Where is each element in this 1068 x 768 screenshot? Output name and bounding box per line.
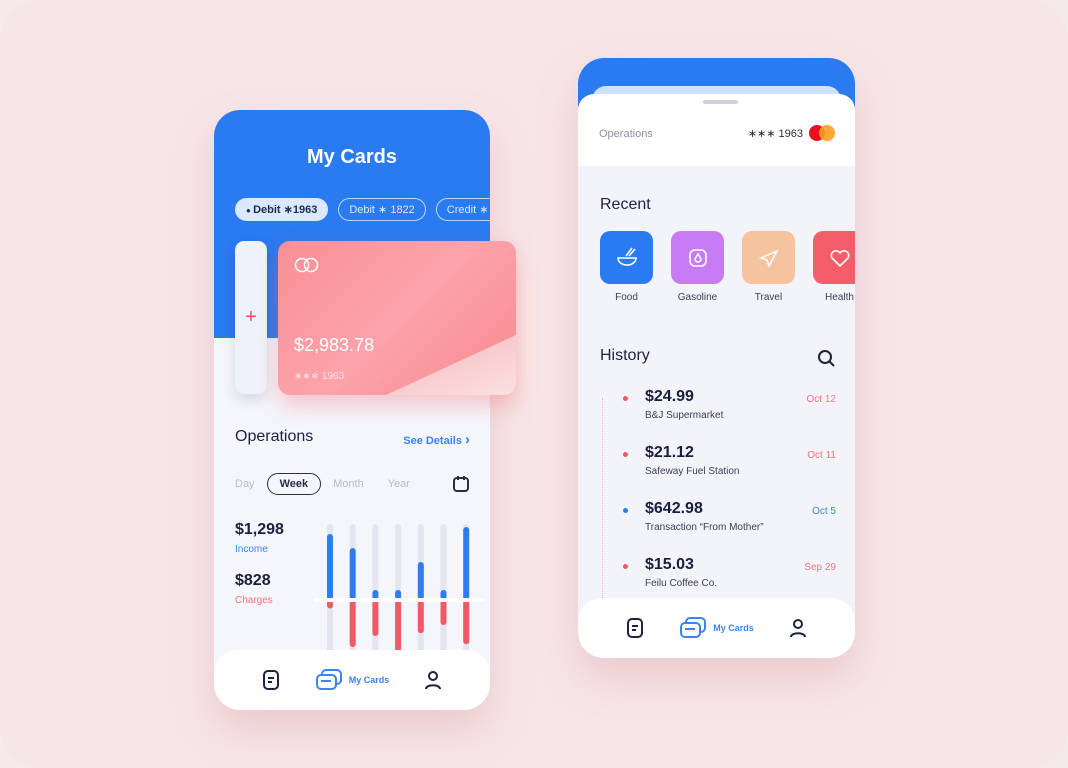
merchant: Feilu Coffee Co. xyxy=(645,578,718,589)
nav-my-cards-label: My Cards xyxy=(348,675,390,685)
recent-title: Recent xyxy=(600,196,651,213)
search-icon[interactable] xyxy=(817,349,835,367)
add-card-button[interactable]: + xyxy=(235,241,267,394)
see-details-link[interactable]: See Details › xyxy=(403,431,470,448)
date: Oct 11 xyxy=(807,450,836,461)
timeline-dot xyxy=(623,396,628,401)
card-number: ∗∗∗ 1963 xyxy=(747,127,803,140)
tab-day[interactable]: Day xyxy=(235,478,255,490)
nav-my-cards[interactable]: My Cards xyxy=(315,669,390,691)
drag-handle[interactable] xyxy=(703,100,738,104)
period-tabs: Day Week Month Year xyxy=(235,473,410,495)
chevron-right-icon: › xyxy=(465,431,470,448)
category-label: Travel xyxy=(754,292,783,303)
operations-title: Operations xyxy=(235,428,314,445)
category-label: Health xyxy=(825,292,854,303)
tab-year[interactable]: Year xyxy=(388,478,410,490)
income-label: Income xyxy=(235,544,268,555)
date: Sep 29 xyxy=(804,562,836,573)
operations-sheet: Operations ∗∗∗ 1963 xyxy=(578,94,855,166)
chart-baseline xyxy=(314,598,484,602)
chip-debit-1963[interactable]: ● Debit ∗1963 xyxy=(235,198,329,221)
timeline-dot xyxy=(623,452,628,457)
cards-icon xyxy=(680,617,707,638)
card-brand-icon xyxy=(294,257,319,273)
tab-month[interactable]: Month xyxy=(333,478,364,490)
food-bowl-icon xyxy=(600,231,653,284)
bottom-nav: My Cards xyxy=(578,598,855,658)
background xyxy=(0,0,1068,768)
nav-my-cards[interactable]: My Cards xyxy=(679,617,754,639)
my-cards-screen: My Cards ● Debit ∗1963 Debit ∗ 1822 Cred… xyxy=(214,110,490,710)
operations-screen: Operations ∗∗∗ 1963 Recent Food Gasoline… xyxy=(578,58,855,658)
history-title: History xyxy=(600,347,650,364)
selected-card[interactable]: ∗∗∗ 1963 xyxy=(748,125,835,141)
charges-label: Charges xyxy=(235,595,273,606)
charges-value: $828 xyxy=(235,572,271,589)
category-label: Gasoline xyxy=(677,292,718,303)
card-balance: $2,983.78 xyxy=(294,335,375,355)
see-details-label: See Details xyxy=(403,435,462,447)
heart-icon xyxy=(813,231,855,284)
date: Oct 12 xyxy=(806,394,836,405)
merchant: Transaction “From Mother” xyxy=(645,522,764,533)
cards-icon xyxy=(315,669,342,690)
merchant: B&J Supermarket xyxy=(645,410,724,421)
income-stat: $1,298 Income xyxy=(235,521,284,557)
document-icon[interactable] xyxy=(626,617,644,639)
chip-credit[interactable]: Credit ∗ 2 xyxy=(435,198,490,221)
paper-plane-icon xyxy=(742,231,795,284)
gas-icon xyxy=(671,231,724,284)
chip-debit-1822[interactable]: Debit ∗ 1822 xyxy=(338,198,426,221)
category-travel[interactable]: Travel xyxy=(742,231,795,303)
profile-icon[interactable] xyxy=(789,618,807,638)
mastercard-icon xyxy=(809,125,835,141)
document-icon[interactable] xyxy=(262,669,280,691)
category-food[interactable]: Food xyxy=(600,231,653,303)
category-health[interactable]: Health xyxy=(813,231,855,303)
bottom-nav: My Cards xyxy=(214,650,490,710)
chip-label: Debit ∗1963 xyxy=(253,204,318,216)
history-item[interactable]: $642.98 Transaction “From Mother” Oct 5 xyxy=(600,500,836,556)
nav-my-cards-label: My Cards xyxy=(713,623,754,633)
operations-label: Operations xyxy=(599,128,653,140)
tab-week[interactable]: Week xyxy=(266,473,322,495)
history-item[interactable]: $21.12 Safeway Fuel Station Oct 11 xyxy=(600,444,836,500)
debit-card[interactable]: $2,983.78 ∗∗∗ 1963 xyxy=(278,241,516,395)
card-number: ∗∗∗ 1963 xyxy=(294,371,345,382)
timeline-dot xyxy=(623,564,628,569)
income-value: $1,298 xyxy=(235,521,284,538)
calendar-icon[interactable] xyxy=(452,475,470,493)
history-item[interactable]: $24.99 B&J Supermarket Oct 12 xyxy=(600,388,836,444)
profile-icon[interactable] xyxy=(424,670,442,690)
operations-chart xyxy=(314,524,484,655)
timeline-dot xyxy=(623,508,628,513)
category-gasoline[interactable]: Gasoline xyxy=(671,231,724,303)
merchant: Safeway Fuel Station xyxy=(645,466,740,477)
card-chips: ● Debit ∗1963 Debit ∗ 1822 Credit ∗ 2 xyxy=(235,198,490,221)
category-label: Food xyxy=(615,292,638,303)
date: Oct 5 xyxy=(812,506,836,517)
recent-categories: Food Gasoline Travel Health xyxy=(600,231,855,303)
charges-stat: $828 Charges xyxy=(235,572,273,608)
amount: $642.98 xyxy=(645,500,703,517)
page-title: My Cards xyxy=(306,146,398,168)
history-list: $24.99 B&J Supermarket Oct 12 $21.12 Safeway… xyxy=(600,388,836,612)
